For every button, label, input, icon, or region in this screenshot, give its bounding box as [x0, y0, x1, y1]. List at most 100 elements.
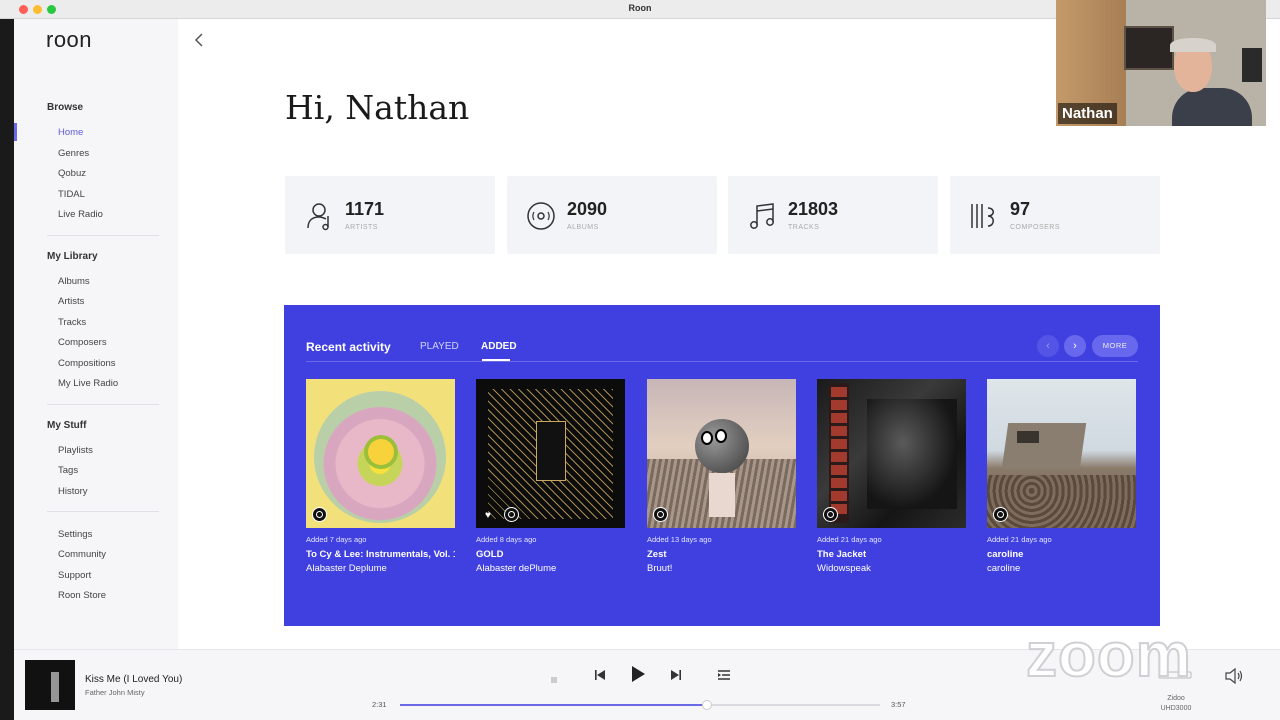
album-art[interactable] [306, 379, 455, 528]
album-added-date: Added 7 days ago [306, 535, 367, 544]
album-artist[interactable]: caroline [987, 563, 1020, 574]
stat-label: ARTISTS [345, 224, 378, 231]
album-title[interactable]: GOLD [476, 549, 625, 560]
next-page-button[interactable]: › [1064, 335, 1086, 357]
album-art[interactable]: ♥ [476, 379, 625, 528]
composer-icon [968, 200, 1000, 232]
sidebar-item-community[interactable]: Community [58, 549, 106, 560]
sidebar-heading-browse: Browse [47, 102, 84, 113]
album-card[interactable]: Added 21 days ago caroline caroline [987, 379, 1136, 574]
roon-logo[interactable]: roon [46, 27, 92, 53]
recent-activity-title: Recent activity [306, 340, 391, 354]
zoom-watermark: zoom [1025, 620, 1192, 691]
sidebar-item-settings[interactable]: Settings [58, 529, 92, 540]
album-title[interactable]: Zest [647, 549, 796, 560]
album-artist[interactable]: Widowspeak [817, 563, 871, 574]
sidebar-item-tracks[interactable]: Tracks [58, 317, 86, 328]
music-note-icon [746, 200, 778, 232]
sidebar-divider [47, 235, 159, 236]
album-added-date: Added 8 days ago [476, 535, 537, 544]
stat-label: COMPOSERS [1010, 224, 1061, 231]
sidebar-item-albums[interactable]: Albums [58, 276, 90, 287]
previous-track-button[interactable] [594, 668, 606, 686]
album-title[interactable]: The Jacket [817, 549, 966, 560]
stat-value: 21803 [788, 199, 839, 219]
album-card[interactable]: ♥ Added 8 days ago GOLD Alabaster dePlum… [476, 379, 625, 574]
album-added-date: Added 21 days ago [987, 535, 1052, 544]
seek-bar-fill [400, 704, 708, 706]
volume-icon[interactable] [1224, 667, 1244, 689]
sidebar-item-my-live-radio[interactable]: My Live Radio [58, 378, 118, 389]
sidebar-item-tidal[interactable]: TIDAL [58, 189, 85, 200]
sidebar-item-compositions[interactable]: Compositions [58, 358, 116, 369]
sidebar-item-genres[interactable]: Genres [58, 148, 89, 159]
now-playing-artist[interactable]: Father John Misty [85, 688, 145, 697]
album-artist[interactable]: Alabaster dePlume [476, 563, 556, 574]
sidebar: roon Browse Home Genres Qobuz TIDAL Live… [14, 19, 178, 649]
recent-activity-panel: Recent activity PLAYED ADDED ‹ › MORE Ad… [284, 305, 1160, 626]
album-disc-icon [525, 200, 557, 232]
heart-icon[interactable]: ♥ [485, 510, 491, 521]
sidebar-heading-my-library: My Library [47, 251, 98, 262]
previous-page-button[interactable]: ‹ [1037, 335, 1059, 357]
zone-name[interactable]: Zidoo [1154, 695, 1198, 702]
stat-card-albums[interactable]: 2090 ALBUMS [507, 176, 717, 254]
zone-model: UHD3000 [1160, 705, 1192, 712]
zoom-icon[interactable] [993, 507, 1008, 522]
elapsed-time: 2:31 [372, 700, 387, 709]
now-playing-title[interactable]: Kiss Me (I Loved You) [85, 674, 182, 685]
panel-divider [306, 361, 1138, 362]
stop-icon[interactable] [551, 670, 557, 688]
sidebar-item-qobuz[interactable]: Qobuz [58, 168, 86, 179]
stat-card-tracks[interactable]: 21803 TRACKS [728, 176, 938, 254]
sidebar-item-tags[interactable]: Tags [58, 465, 78, 476]
album-artist[interactable]: Bruut! [647, 563, 672, 574]
window-edge [0, 19, 14, 720]
album-art[interactable] [817, 379, 966, 528]
album-art[interactable] [647, 379, 796, 528]
seek-bar-handle[interactable] [702, 700, 713, 710]
stat-card-artists[interactable]: 1171 ARTISTS [285, 176, 495, 254]
sidebar-item-artists[interactable]: Artists [58, 296, 84, 307]
roon-app-window: Roon roon Browse Home Genres Qobuz TIDAL… [0, 0, 1280, 720]
stat-value: 1171 [345, 199, 385, 219]
duration-time: 3:57 [891, 700, 906, 709]
sidebar-divider [47, 511, 159, 512]
album-added-date: Added 13 days ago [647, 535, 712, 544]
sidebar-item-home[interactable]: Home [58, 127, 83, 138]
tab-added[interactable]: ADDED [481, 341, 517, 352]
next-track-button[interactable] [670, 668, 682, 686]
now-playing-cover[interactable] [25, 660, 75, 710]
sidebar-item-support[interactable]: Support [58, 570, 91, 581]
sidebar-heading-my-stuff: My Stuff [47, 420, 87, 431]
seek-bar[interactable] [400, 700, 880, 710]
stat-card-composers[interactable]: 97 COMPOSERS [950, 176, 1160, 254]
participant-name: Nathan [1058, 103, 1117, 124]
album-added-date: Added 21 days ago [817, 535, 882, 544]
album-card[interactable]: Added 7 days ago To Cy & Lee: Instrument… [306, 379, 455, 574]
album-card[interactable]: Added 21 days ago The Jacket Widowspeak [817, 379, 966, 574]
artist-icon [303, 200, 335, 232]
queue-icon[interactable] [717, 668, 731, 686]
zoom-icon[interactable] [653, 507, 668, 522]
zoom-icon[interactable] [823, 507, 838, 522]
album-title[interactable]: caroline [987, 549, 1136, 560]
sidebar-item-live-radio[interactable]: Live Radio [58, 209, 103, 220]
sidebar-item-playlists[interactable]: Playlists [58, 445, 93, 456]
participant-video: Nathan [1056, 0, 1266, 126]
more-button[interactable]: MORE [1092, 335, 1138, 357]
album-title[interactable]: To Cy & Lee: Instrumentals, Vol. 1 [306, 549, 455, 560]
play-button[interactable] [630, 665, 646, 688]
tab-played[interactable]: PLAYED [420, 341, 459, 352]
zoom-icon[interactable] [504, 507, 519, 522]
chevron-left-icon[interactable] [194, 33, 204, 50]
stat-label: TRACKS [788, 224, 820, 231]
zoom-icon[interactable] [312, 507, 327, 522]
album-art[interactable] [987, 379, 1136, 528]
sidebar-item-composers[interactable]: Composers [58, 337, 107, 348]
sidebar-item-roon-store[interactable]: Roon Store [58, 590, 106, 601]
album-artist[interactable]: Alabaster Deplume [306, 563, 387, 574]
album-card[interactable]: Added 13 days ago Zest Bruut! [647, 379, 796, 574]
sidebar-item-history[interactable]: History [58, 486, 88, 497]
page-title: Hi, Nathan [285, 88, 470, 127]
